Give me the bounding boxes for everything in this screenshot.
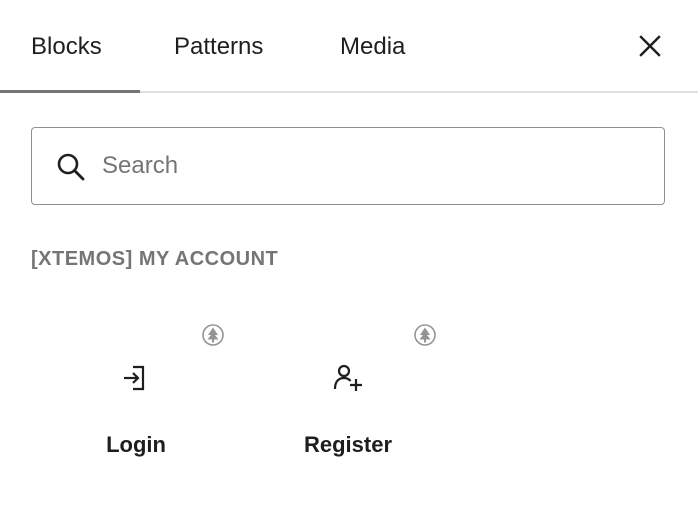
active-tab-indicator: [0, 90, 140, 93]
category-heading: [XTEMOS] MY ACCOUNT: [31, 248, 279, 270]
tab-media[interactable]: Media: [340, 0, 405, 93]
tree-badge-icon: [202, 324, 224, 346]
close-button[interactable]: [632, 28, 668, 64]
search-box: [31, 127, 665, 205]
block-label: Register: [303, 432, 393, 457]
add-user-icon: [333, 364, 362, 391]
block-item-register[interactable]: Register: [243, 310, 453, 485]
search-input[interactable]: [102, 128, 642, 203]
tab-blocks[interactable]: Blocks: [31, 0, 102, 93]
search-icon: [57, 153, 85, 181]
inserter-tabs: Blocks Patterns Media: [0, 0, 698, 93]
block-inserter-panel: Blocks Patterns Media [XTEMOS] MY ACCOUN…: [0, 0, 698, 528]
close-icon: [639, 35, 661, 57]
block-item-login[interactable]: Login: [31, 310, 241, 485]
login-icon: [124, 365, 145, 391]
tab-patterns[interactable]: Patterns: [174, 0, 263, 93]
block-label: Login: [106, 432, 166, 457]
tree-badge-icon: [414, 324, 436, 346]
